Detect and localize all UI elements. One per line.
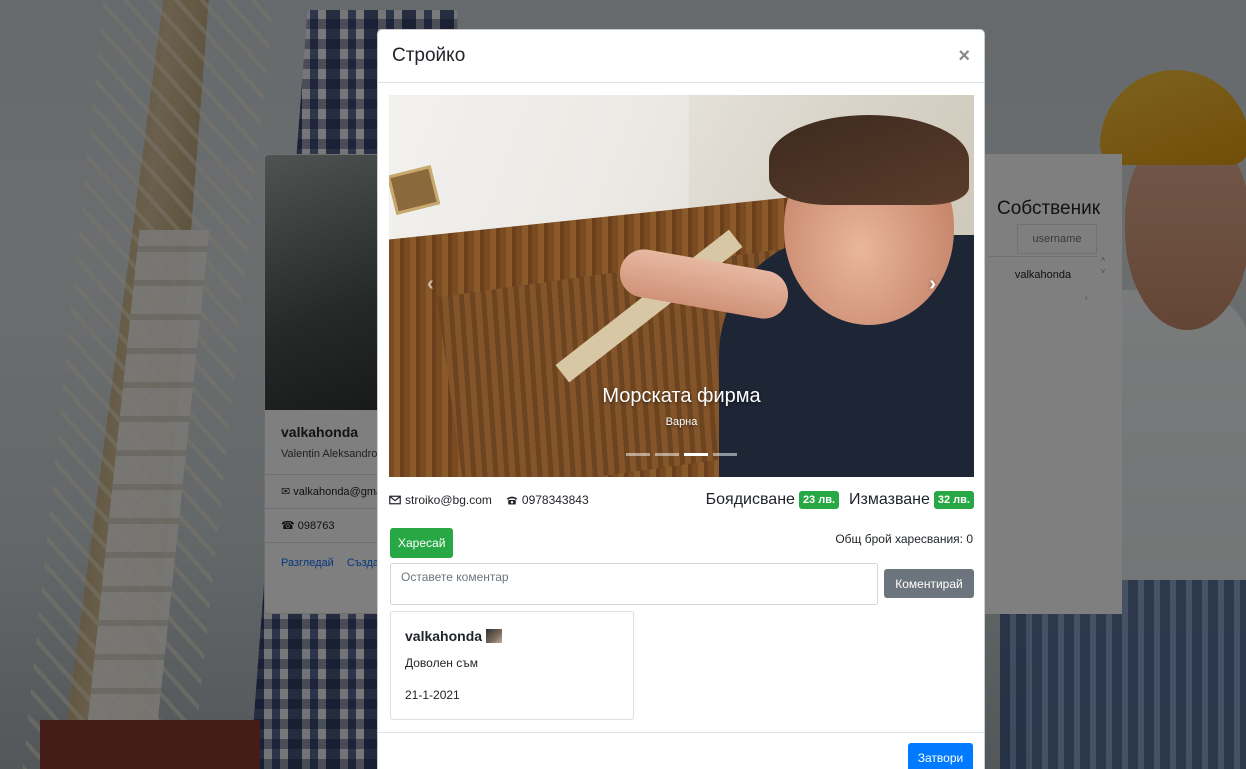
contact-email: stroiko@bg.com: [389, 493, 492, 507]
email-text: stroiko@bg.com: [405, 493, 492, 507]
carousel-indicator[interactable]: [713, 453, 737, 456]
carousel-indicator[interactable]: [626, 453, 650, 456]
carousel-prev-icon[interactable]: ‹: [427, 273, 434, 296]
carousel-caption-subtitle: Варна: [665, 416, 698, 428]
painting-price-badge: 23 лв.: [798, 491, 840, 509]
carousel-indicator[interactable]: [655, 453, 679, 456]
image-carousel[interactable]: ‹ › Морската фирма Варна: [389, 95, 974, 477]
phone-icon: [506, 496, 518, 505]
carousel-person-hair: [769, 115, 969, 205]
comment-author: valkahonda: [405, 628, 619, 644]
modal-header: Стройко ×: [378, 30, 984, 83]
envelope-icon: [389, 495, 401, 505]
carousel-next-icon[interactable]: ›: [929, 273, 936, 296]
painting-label: Боядисване: [705, 491, 795, 508]
carousel-caption-title: Морската фирма: [602, 385, 761, 407]
comment-card: valkahonda Доволен съм 21-1-2021: [390, 611, 634, 720]
modal-title: Стройко: [392, 45, 466, 66]
phone-text: 0978343843: [521, 493, 589, 507]
price-list: Боядисване 23 лв. Измазване 32 лв.: [706, 491, 974, 509]
comment-date: 21-1-2021: [405, 688, 460, 702]
comment-text: Доволен съм: [405, 656, 478, 670]
carousel-indicators: [389, 453, 974, 456]
comment-author-name: valkahonda: [405, 628, 483, 644]
close-icon[interactable]: ×: [958, 46, 970, 66]
modal-footer: [378, 732, 984, 733]
like-button[interactable]: Харесай: [390, 528, 454, 558]
carousel-caption: Морската фирма Варна: [389, 385, 974, 428]
close-button[interactable]: Затвори: [908, 743, 973, 769]
avatar: [486, 629, 503, 643]
contact-phone: 0978343843: [506, 493, 589, 507]
carousel-indicator[interactable]: [684, 453, 708, 456]
comment-input[interactable]: [390, 563, 878, 605]
plastering-label: Измазване: [849, 491, 930, 508]
plastering-price-badge: 32 лв.: [933, 491, 974, 509]
likes-count: Общ брой харесвания: 0: [835, 532, 973, 546]
comment-button[interactable]: Коментирай: [884, 569, 974, 598]
company-modal: Стройко × ‹ › Морската фирма Варна stroi…: [377, 29, 985, 769]
info-row: stroiko@bg.com 0978343843 Боядисване 23 …: [389, 488, 974, 512]
